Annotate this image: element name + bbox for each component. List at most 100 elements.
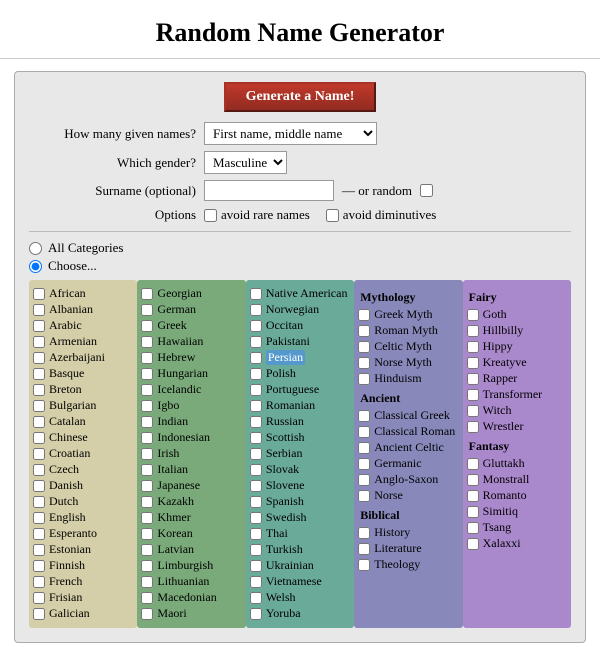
category-checkbox[interactable] <box>33 560 45 572</box>
category-checkbox[interactable] <box>358 325 370 337</box>
category-checkbox[interactable] <box>250 432 262 444</box>
category-checkbox[interactable] <box>33 464 45 476</box>
category-checkbox[interactable] <box>250 512 262 524</box>
category-checkbox[interactable] <box>33 608 45 620</box>
random-surname-checkbox[interactable] <box>420 184 433 197</box>
category-checkbox[interactable] <box>250 352 262 364</box>
category-checkbox[interactable] <box>467 309 479 321</box>
category-checkbox[interactable] <box>467 325 479 337</box>
category-checkbox[interactable] <box>141 304 153 316</box>
category-checkbox[interactable] <box>467 357 479 369</box>
category-checkbox[interactable] <box>467 522 479 534</box>
category-checkbox[interactable] <box>141 512 153 524</box>
category-checkbox[interactable] <box>250 480 262 492</box>
category-checkbox[interactable] <box>358 341 370 353</box>
category-checkbox[interactable] <box>141 576 153 588</box>
category-checkbox[interactable] <box>250 592 262 604</box>
avoid-diminutives-checkbox[interactable] <box>326 209 339 222</box>
category-checkbox[interactable] <box>33 512 45 524</box>
category-checkbox[interactable] <box>358 373 370 385</box>
category-checkbox[interactable] <box>467 490 479 502</box>
category-checkbox[interactable] <box>33 432 45 444</box>
category-checkbox[interactable] <box>250 320 262 332</box>
category-checkbox[interactable] <box>250 288 262 300</box>
category-checkbox[interactable] <box>33 480 45 492</box>
category-checkbox[interactable] <box>33 528 45 540</box>
category-checkbox[interactable] <box>141 432 153 444</box>
category-checkbox[interactable] <box>141 528 153 540</box>
category-checkbox[interactable] <box>250 608 262 620</box>
category-checkbox[interactable] <box>141 608 153 620</box>
category-checkbox[interactable] <box>467 373 479 385</box>
category-checkbox[interactable] <box>141 592 153 604</box>
category-checkbox[interactable] <box>33 576 45 588</box>
category-checkbox[interactable] <box>33 288 45 300</box>
category-checkbox[interactable] <box>141 336 153 348</box>
category-checkbox[interactable] <box>467 458 479 470</box>
category-checkbox[interactable] <box>141 368 153 380</box>
category-checkbox[interactable] <box>33 352 45 364</box>
category-checkbox[interactable] <box>141 448 153 460</box>
category-checkbox[interactable] <box>467 421 479 433</box>
category-checkbox[interactable] <box>141 384 153 396</box>
given-names-select[interactable]: First name only First name, middle name … <box>204 122 377 145</box>
category-checkbox[interactable] <box>250 544 262 556</box>
choose-radio[interactable] <box>29 260 42 273</box>
category-checkbox[interactable] <box>33 320 45 332</box>
category-checkbox[interactable] <box>141 544 153 556</box>
category-checkbox[interactable] <box>250 496 262 508</box>
avoid-rare-checkbox[interactable] <box>204 209 217 222</box>
category-checkbox[interactable] <box>141 320 153 332</box>
category-checkbox[interactable] <box>33 336 45 348</box>
category-checkbox[interactable] <box>141 416 153 428</box>
category-checkbox[interactable] <box>358 527 370 539</box>
category-checkbox[interactable] <box>141 400 153 412</box>
category-checkbox[interactable] <box>250 368 262 380</box>
category-checkbox[interactable] <box>250 400 262 412</box>
category-checkbox[interactable] <box>141 464 153 476</box>
category-checkbox[interactable] <box>33 304 45 316</box>
category-checkbox[interactable] <box>250 384 262 396</box>
avoid-diminutives-label[interactable]: avoid diminutives <box>326 207 437 223</box>
category-checkbox[interactable] <box>358 410 370 422</box>
category-checkbox[interactable] <box>358 309 370 321</box>
category-checkbox[interactable] <box>467 474 479 486</box>
category-checkbox[interactable] <box>358 474 370 486</box>
category-checkbox[interactable] <box>33 400 45 412</box>
category-checkbox[interactable] <box>250 416 262 428</box>
category-checkbox[interactable] <box>358 442 370 454</box>
category-checkbox[interactable] <box>33 368 45 380</box>
category-checkbox[interactable] <box>250 336 262 348</box>
category-checkbox[interactable] <box>33 416 45 428</box>
category-checkbox[interactable] <box>33 384 45 396</box>
category-checkbox[interactable] <box>250 560 262 572</box>
category-checkbox[interactable] <box>467 405 479 417</box>
avoid-rare-label[interactable]: avoid rare names <box>204 207 310 223</box>
category-checkbox[interactable] <box>250 464 262 476</box>
category-checkbox[interactable] <box>250 304 262 316</box>
category-checkbox[interactable] <box>358 543 370 555</box>
category-checkbox[interactable] <box>467 506 479 518</box>
category-checkbox[interactable] <box>250 576 262 588</box>
all-categories-radio[interactable] <box>29 242 42 255</box>
gender-select[interactable]: Masculine Feminine Either <box>204 151 287 174</box>
category-checkbox[interactable] <box>33 448 45 460</box>
category-checkbox[interactable] <box>358 559 370 571</box>
category-checkbox[interactable] <box>467 538 479 550</box>
generate-button[interactable]: Generate a Name! <box>224 82 377 112</box>
category-checkbox[interactable] <box>358 357 370 369</box>
category-checkbox[interactable] <box>358 490 370 502</box>
category-checkbox[interactable] <box>33 496 45 508</box>
surname-input[interactable] <box>204 180 334 201</box>
category-checkbox[interactable] <box>358 426 370 438</box>
category-checkbox[interactable] <box>141 560 153 572</box>
category-checkbox[interactable] <box>467 341 479 353</box>
category-checkbox[interactable] <box>33 544 45 556</box>
category-checkbox[interactable] <box>141 288 153 300</box>
category-checkbox[interactable] <box>250 448 262 460</box>
category-checkbox[interactable] <box>467 389 479 401</box>
category-checkbox[interactable] <box>141 496 153 508</box>
category-checkbox[interactable] <box>141 480 153 492</box>
category-checkbox[interactable] <box>141 352 153 364</box>
category-checkbox[interactable] <box>250 528 262 540</box>
